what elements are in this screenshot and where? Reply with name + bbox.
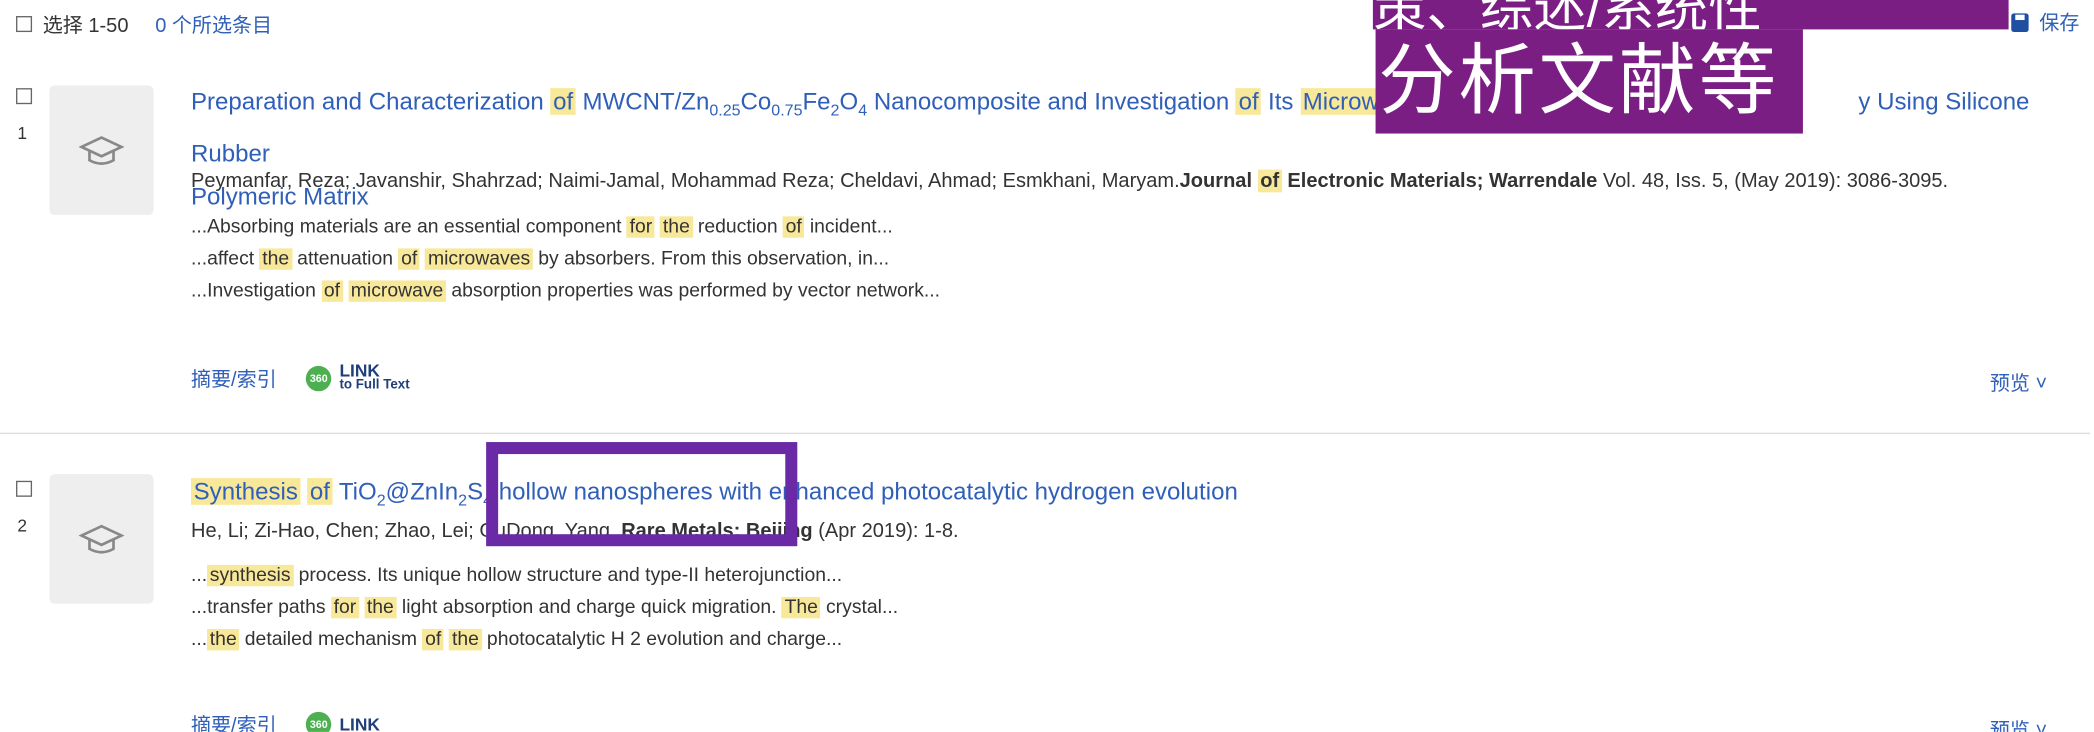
360-link-icon: 360 — [306, 711, 332, 732]
link-to-full-text-button[interactable]: 360 LINK to Full Text — [306, 360, 410, 393]
search-results-page: 选择 1-50 0 个所选条目 保存 1 Preparation and Cha… — [0, 0, 2094, 732]
save-button[interactable]: 保存 — [2011, 8, 2079, 36]
link-badge-text: LINK — [339, 360, 380, 381]
preview-toggle[interactable]: 预览 ˅ — [1990, 716, 2047, 732]
abstract-index-link[interactable]: 摘要/索引 — [191, 710, 277, 731]
result-actions: 摘要/索引 360 LINK to Full Text — [191, 360, 410, 393]
abstract-index-link[interactable]: 摘要/索引 — [191, 364, 277, 392]
select-all-checkbox[interactable] — [16, 16, 33, 33]
graduation-cap-icon — [78, 136, 125, 165]
result-authors: Peymanfar, Reza; Javanshir, Shahrzad; Na… — [190, 169, 1949, 193]
link-badge-subtext: to Full Text — [339, 377, 410, 393]
graduation-cap-icon — [78, 524, 125, 554]
result-snippet: ... the detailed mechanism of the photoca… — [190, 629, 843, 651]
results-toolbar: 选择 1-50 0 个所选条目 — [16, 8, 272, 40]
annotation-highlight-box — [486, 442, 798, 547]
result-snippet: ...affect the attenuation of microwaves … — [190, 248, 890, 270]
save-label: 保存 — [2039, 12, 2080, 35]
select-range-label: 选择 1-50 — [42, 14, 129, 37]
result-snippet: ... synthesis process. Its unique hollow … — [190, 564, 843, 587]
preview-toggle[interactable]: 预览 ˅ — [1990, 369, 2047, 397]
result-number: 1 — [17, 122, 28, 143]
link-badge-text: LINK — [339, 714, 380, 732]
save-icon — [2011, 12, 2029, 32]
results-divider — [0, 432, 2091, 435]
result-snippet: ...Absorbing materials are an essential … — [190, 216, 893, 238]
result-snippet: ...transfer paths for the light absorpti… — [190, 596, 899, 619]
annotation-overlay-text: 分析文献等 — [1375, 29, 1803, 134]
result-snippet: ...Investigation of microwave absorption… — [190, 280, 941, 302]
selected-items-link[interactable]: 0 个所选条目 — [155, 10, 272, 38]
result-actions: 摘要/索引 360 LINK — [191, 710, 380, 732]
annotation-overlay-top: 策、综述/系统性 — [1372, 0, 2009, 30]
link-to-full-text-button[interactable]: 360 LINK — [306, 711, 380, 732]
document-thumbnail[interactable] — [49, 85, 154, 216]
result-checkbox[interactable] — [16, 480, 33, 497]
result-checkbox[interactable] — [16, 88, 33, 105]
360-link-icon: 360 — [306, 365, 332, 391]
result-number: 2 — [17, 515, 28, 536]
document-thumbnail[interactable] — [49, 474, 154, 604]
